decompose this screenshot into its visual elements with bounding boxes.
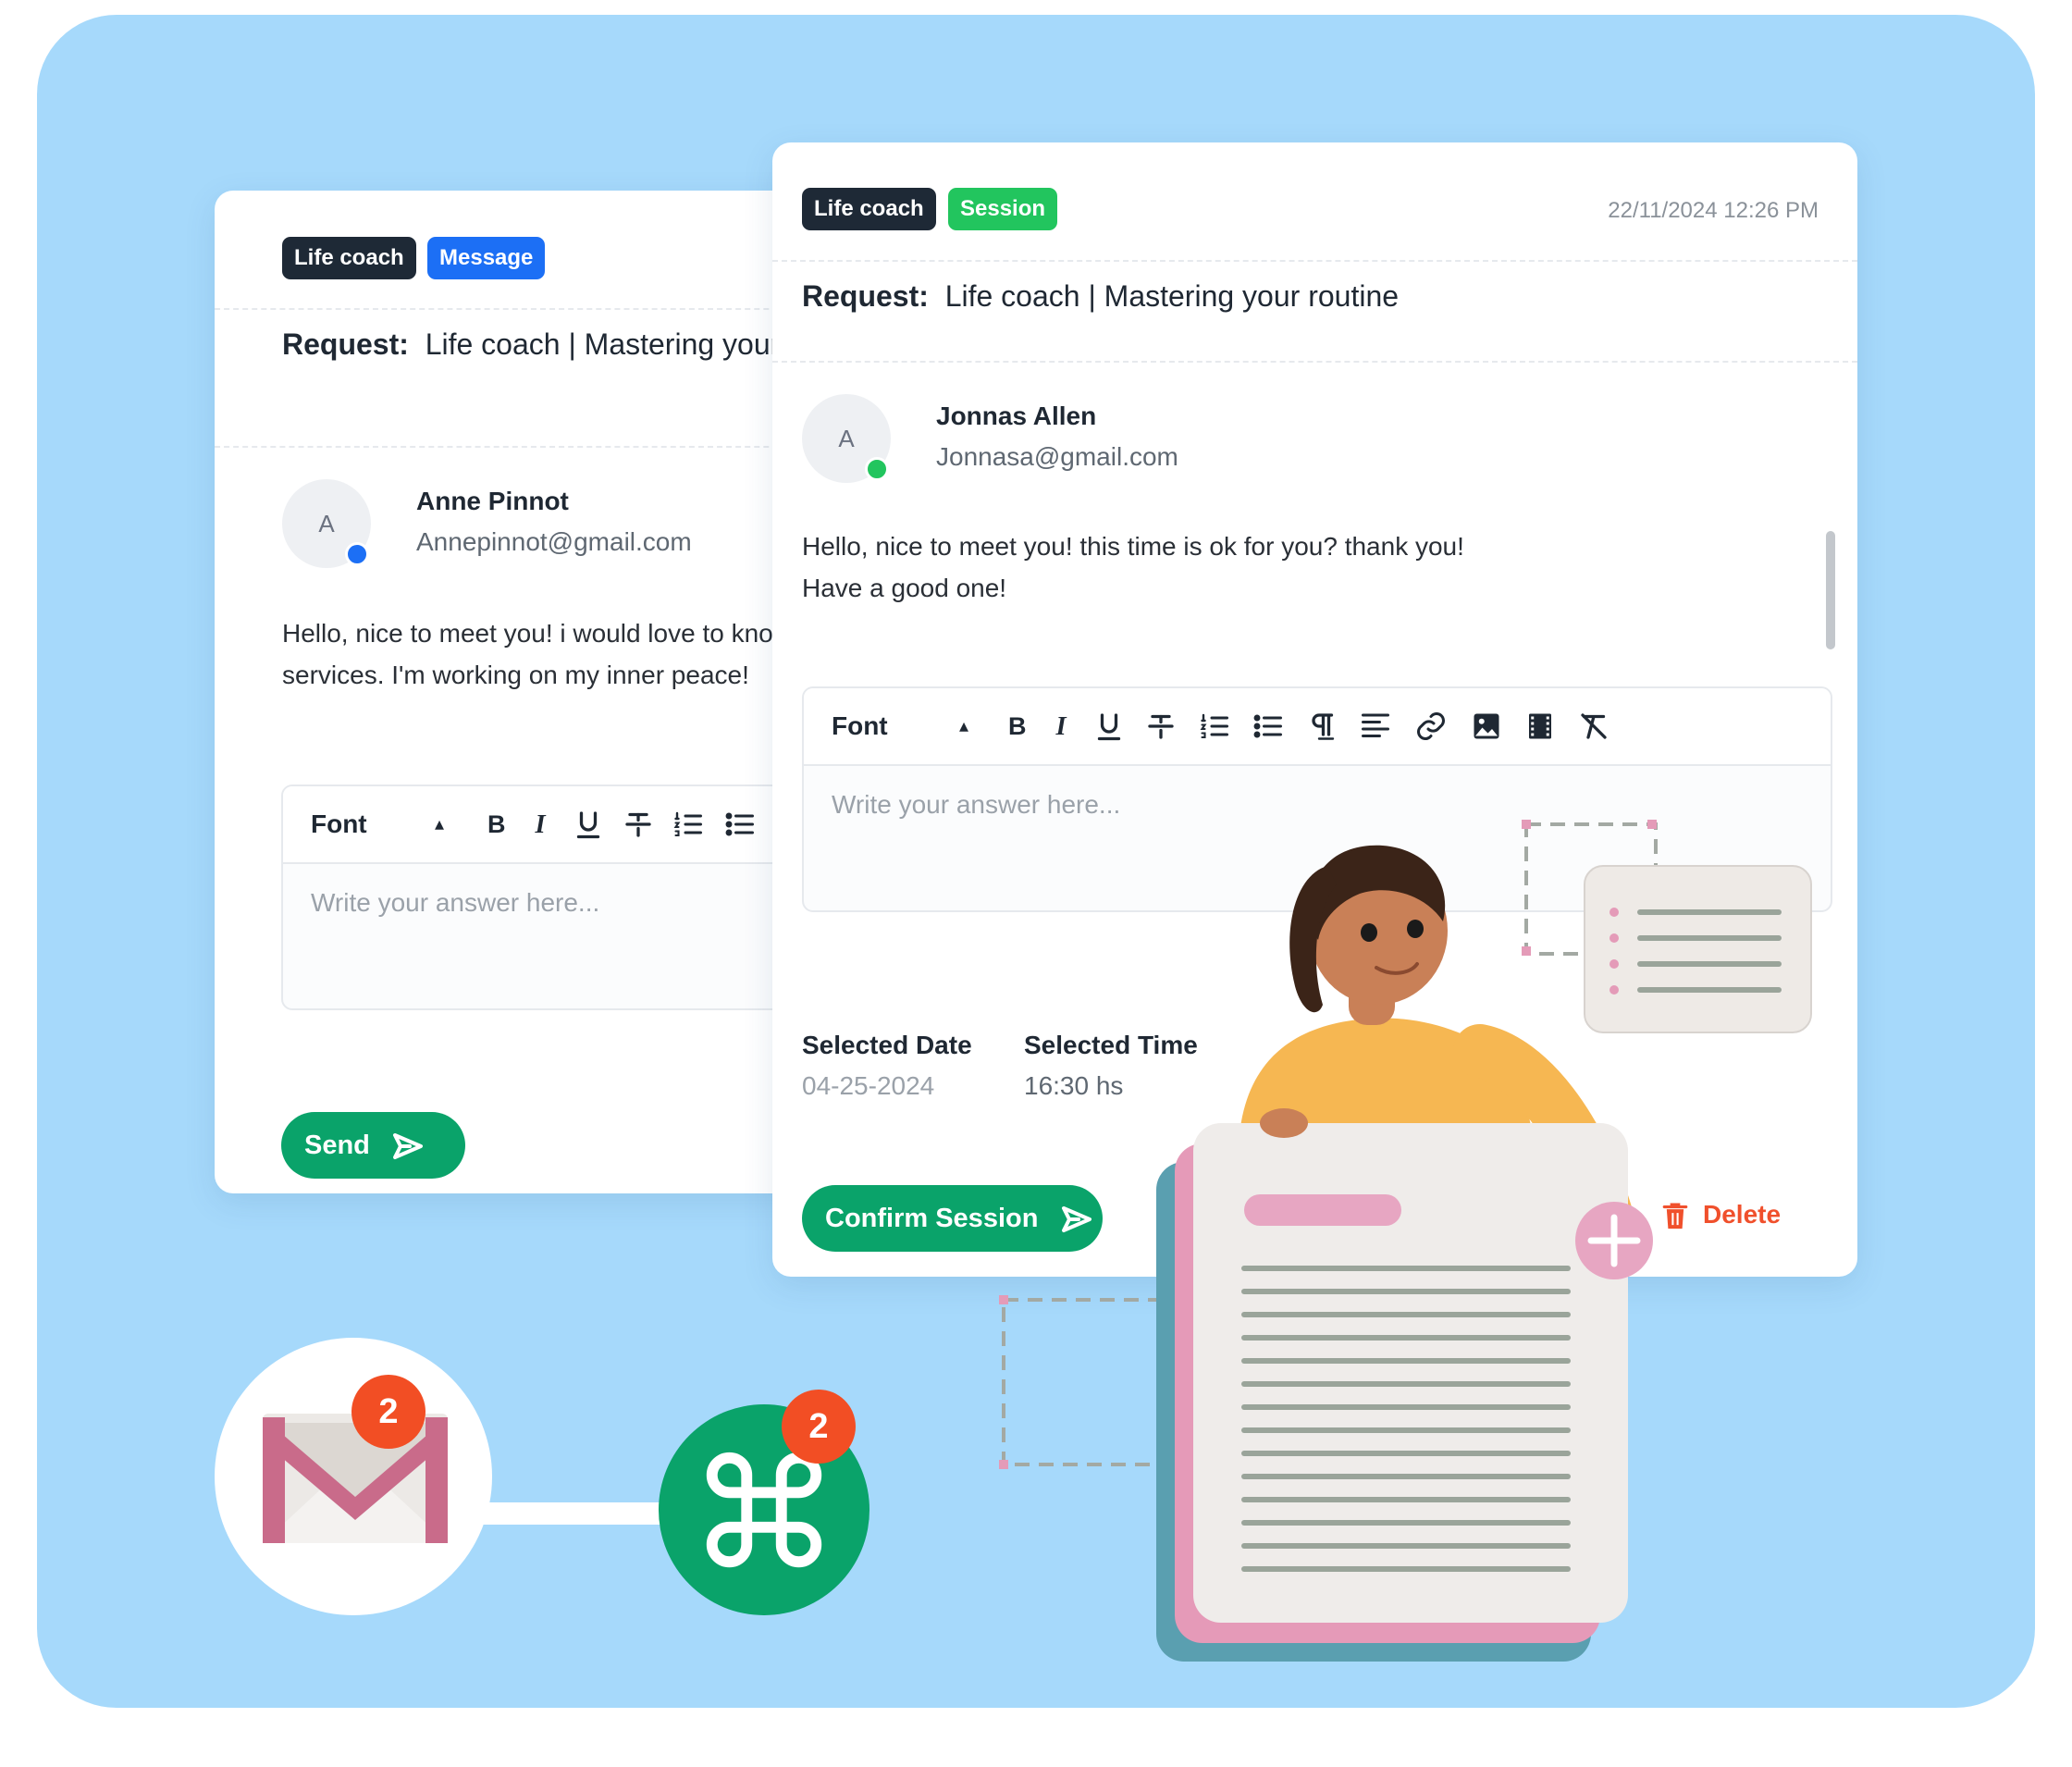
underline-icon[interactable] [1092,710,1126,743]
selected-time-value: 16:30 hs [1024,1071,1124,1100]
font-select-arrows-icon[interactable]: ▴ [435,786,444,862]
gmail-integration[interactable]: 2 [215,1338,492,1615]
request-label: Request: [282,327,409,361]
request-title: Request: Life coach | Mastering your rou… [802,279,1399,314]
svg-text:I: I [535,810,547,839]
align-icon[interactable] [1359,710,1392,743]
message-body: Hello, nice to meet you! this time is ok… [802,525,1464,609]
tag-life-coach: Life coach [282,237,416,279]
tag-message: Message [427,237,546,279]
clear-format-icon[interactable] [1577,710,1610,743]
ordered-list-icon[interactable] [672,808,705,841]
avatar-initial: A [318,510,335,538]
tag-session: Session [948,188,1058,230]
bullet-list-icon[interactable] [723,808,757,841]
font-select[interactable]: Font [832,688,888,764]
selected-date-label: Selected Date [802,1031,972,1059]
request-label: Request: [802,279,929,313]
reply-input[interactable]: Write your answer here... [311,888,599,918]
ordered-list-icon[interactable] [1198,710,1231,743]
editor-toolbar: Font ▴ B I [804,688,1831,766]
italic-icon[interactable]: I [1046,710,1079,743]
underline-icon[interactable] [572,808,605,841]
sender-email: Jonnasa@gmail.com [936,442,1178,471]
confirm-session-label: Confirm Session [825,1204,1039,1233]
sender-name: Jonnas Allen [936,402,1097,430]
delete-label: Delete [1703,1200,1782,1229]
hero-canvas: Life coach Message Request: Life coach |… [37,15,2035,1708]
send-arrow-icon [1061,1205,1092,1233]
message-scrollbar[interactable] [1826,531,1835,649]
selected-date-value: 04-25-2024 [802,1071,935,1100]
sender-name: Anne Pinnot [416,487,569,515]
online-status-dot [865,457,889,481]
gmail-unread-badge: 2 [352,1375,426,1449]
svg-text:B: B [1008,712,1027,740]
timestamp: 22/11/2024 12:26 PM [1608,198,1819,223]
bullet-list-icon[interactable] [1252,710,1285,743]
avatar: A [802,394,891,483]
sender-email: Annepinnot@gmail.com [416,527,692,556]
send-button[interactable]: Send [281,1112,465,1179]
avatar: A [282,479,371,568]
link-icon[interactable] [1414,710,1448,743]
header-divider [772,260,1857,262]
command-unread-badge: 2 [782,1390,856,1464]
request-subject: Life coach | Mastering your routine [944,279,1400,313]
tag-life-coach: Life coach [802,188,936,230]
message-line: Have a good one! [802,574,1007,602]
bold-icon[interactable]: B [1000,710,1033,743]
strikethrough-icon[interactable] [622,808,655,841]
message-line: Hello, nice to meet you! this time is ok… [802,532,1464,561]
image-icon[interactable] [1470,710,1503,743]
paragraph-icon[interactable] [1305,710,1338,743]
svg-text:I: I [1055,712,1067,741]
strikethrough-icon[interactable] [1144,710,1178,743]
italic-icon[interactable]: I [525,808,559,841]
command-integration[interactable]: 2 [659,1390,870,1615]
request-divider [772,361,1857,363]
bold-icon[interactable]: B [479,808,512,841]
send-label: Send [304,1131,370,1160]
reply-input[interactable]: Write your answer here... [832,790,1120,820]
confirm-session-button[interactable]: Confirm Session [802,1185,1103,1252]
video-icon[interactable] [1523,710,1557,743]
font-select-arrows-icon[interactable]: ▴ [959,688,968,764]
status-dot [345,542,369,566]
svg-text:B: B [487,810,506,838]
avatar-initial: A [838,425,855,452]
font-select[interactable]: Font [311,786,367,862]
send-arrow-icon [392,1132,424,1160]
floating-list-card-illustration [1522,820,1812,1033]
